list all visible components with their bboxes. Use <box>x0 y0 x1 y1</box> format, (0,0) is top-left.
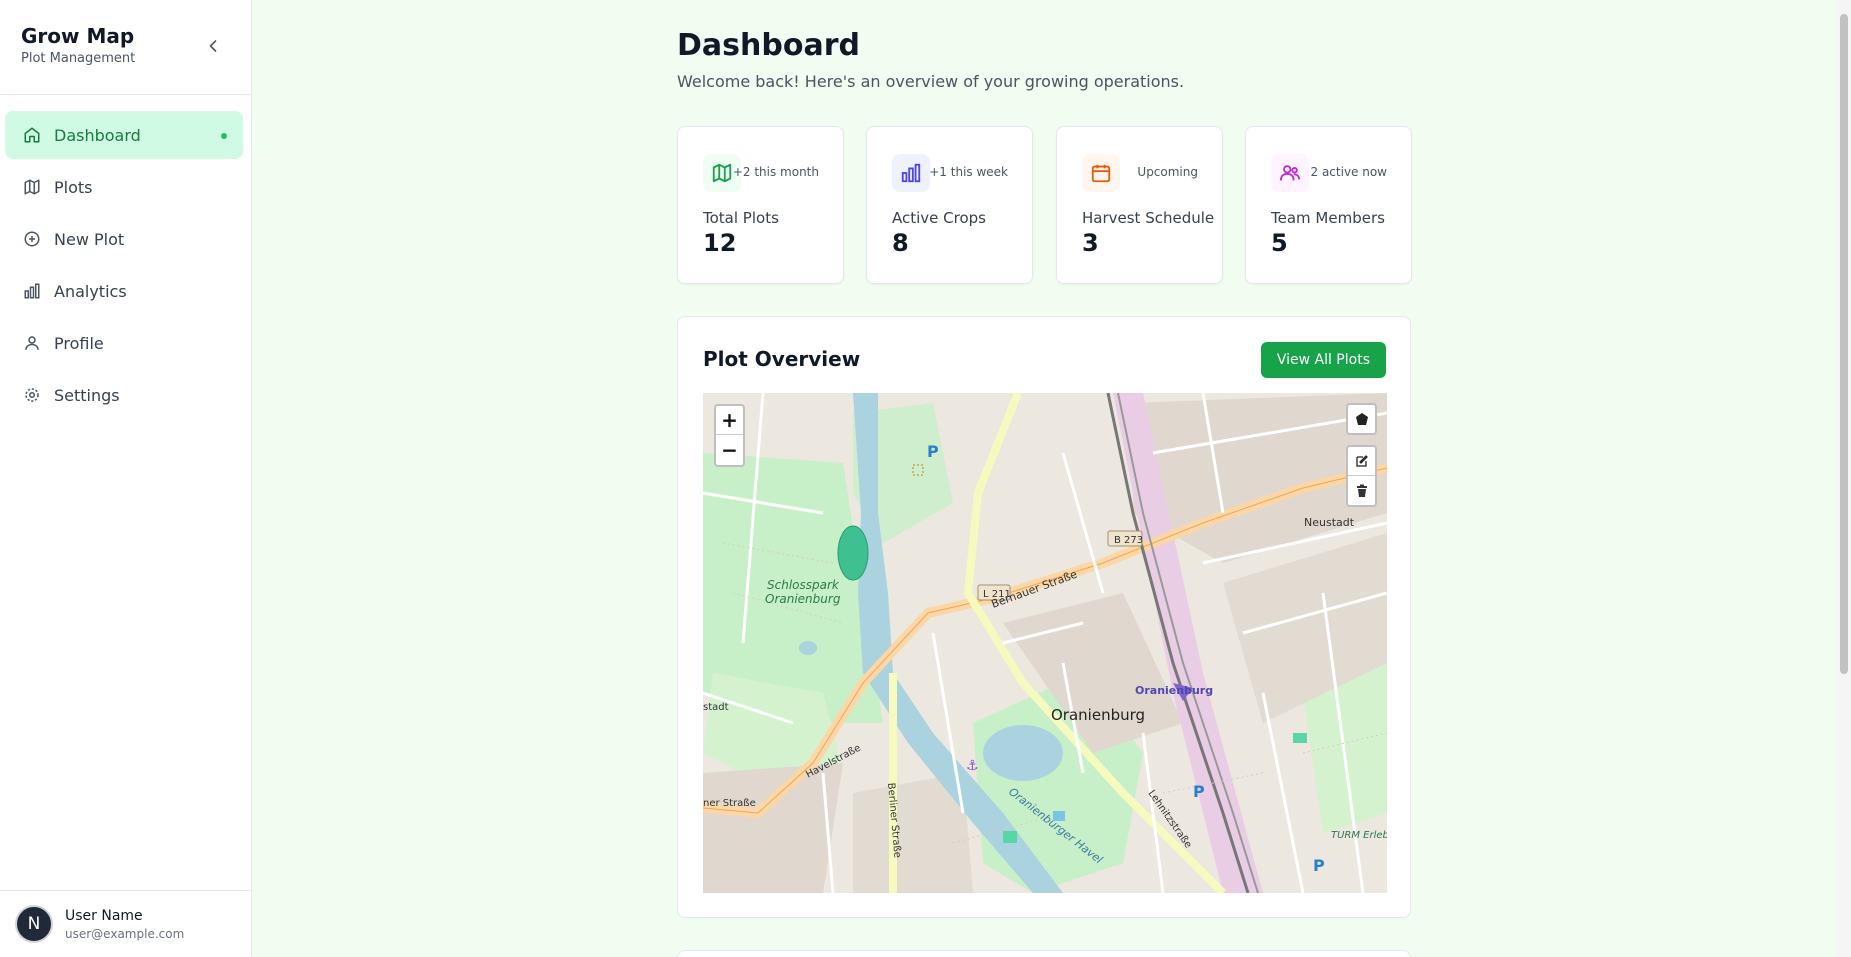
parking-marker: P <box>927 442 939 461</box>
plot-map[interactable]: P P P Schlosspark Oranienburg Oranienbur… <box>703 393 1387 893</box>
map-label-park: Oranienburg <box>765 592 841 606</box>
stat-card-harvest-schedule: Upcoming Harvest Schedule 3 <box>1056 126 1223 284</box>
bar-chart-icon <box>892 154 930 192</box>
zoom-out-button[interactable]: − <box>716 435 743 464</box>
stat-value: 12 <box>703 229 737 257</box>
calendar-icon <box>1082 154 1120 192</box>
sidebar-item-label: Settings <box>54 385 120 405</box>
chevron-left-icon[interactable] <box>203 36 223 56</box>
active-indicator <box>221 133 227 139</box>
stat-badge: +1 this week <box>929 165 1008 179</box>
parking-marker: P <box>1193 782 1205 801</box>
sidebar-item-settings[interactable]: Settings <box>5 371 243 419</box>
parking-marker: P <box>1313 856 1325 875</box>
stat-card-total-plots: +2 this month Total Plots 12 <box>677 126 844 284</box>
edit-layers-button[interactable] <box>1348 447 1375 476</box>
bar-chart-icon <box>22 281 42 301</box>
map-label-street: ner Straße <box>703 798 756 809</box>
road-shield-b273: B 273 <box>1114 535 1143 546</box>
map-icon <box>22 177 42 197</box>
stat-badge: 2 active now <box>1310 165 1388 179</box>
map-label-park: Schlosspark <box>767 578 840 592</box>
draw-polygon-button[interactable] <box>1346 403 1377 435</box>
zoom-in-button[interactable]: + <box>716 406 743 435</box>
stat-card-active-crops: +1 this week Active Crops 8 <box>866 126 1033 284</box>
page-scrollbar[interactable] <box>1836 0 1851 957</box>
stat-label: Active Crops <box>892 209 986 227</box>
sidebar-item-label: Profile <box>54 333 104 353</box>
stat-label: Total Plots <box>703 209 779 227</box>
sidebar-item-plots[interactable]: Plots <box>5 163 243 211</box>
user-menu[interactable]: N User Name user@example.com <box>0 890 252 957</box>
users-icon <box>1271 154 1309 192</box>
brand-title: Grow Map <box>21 24 135 48</box>
sidebar-item-new-plot[interactable]: New Plot <box>5 215 243 263</box>
map-tiles: P P P Schlosspark Oranienburg Oranienbur… <box>703 393 1387 893</box>
delete-layers-button[interactable] <box>1348 476 1375 505</box>
map-label-town: Oranienburg <box>1051 706 1145 724</box>
stat-value: 5 <box>1271 229 1288 257</box>
stats-row: +2 this month Total Plots 12 +1 this wee… <box>677 126 1412 284</box>
sidebar: Grow Map Plot Management Dashboard Plots… <box>0 0 252 957</box>
next-section-card <box>677 950 1411 957</box>
plus-circle-icon <box>22 229 42 249</box>
user-name: User Name <box>65 907 143 924</box>
map-label-neustadt: Neustadt <box>1304 516 1355 529</box>
map-label-turm: TURM Erlebn <box>1331 830 1387 841</box>
view-all-plots-button[interactable]: View All Plots <box>1260 342 1386 378</box>
brand: Grow Map Plot Management <box>0 0 251 95</box>
sidebar-nav: Dashboard Plots New Plot Analytics Profi… <box>0 95 251 419</box>
sidebar-item-profile[interactable]: Profile <box>5 319 243 367</box>
stat-label: Harvest Schedule <box>1082 209 1215 227</box>
stat-badge: +2 this month <box>732 165 819 179</box>
home-icon <box>22 125 42 145</box>
stat-value: 8 <box>892 229 909 257</box>
stat-label: Team Members <box>1271 209 1385 227</box>
sidebar-item-label: New Plot <box>54 229 125 249</box>
sidebar-item-label: Analytics <box>54 281 127 301</box>
scrollbar-thumb[interactable] <box>1840 14 1848 674</box>
edit-toolbar <box>1346 445 1377 507</box>
user-icon <box>22 333 42 353</box>
zoom-control: + − <box>714 404 745 467</box>
stat-badge: Upcoming <box>1137 165 1198 179</box>
avatar: N <box>15 905 53 943</box>
page-title: Dashboard <box>677 28 860 63</box>
polygon-icon <box>1355 412 1369 426</box>
section-title: Plot Overview <box>703 347 861 371</box>
user-email: user@example.com <box>65 926 185 941</box>
stat-card-team-members: 2 active now Team Members 5 <box>1245 126 1412 284</box>
plot-overview-card: Plot Overview View All Plots P P P Schlo… <box>677 316 1411 918</box>
brand-subtitle: Plot Management <box>21 51 136 66</box>
anchor-icon: ⚓ <box>966 758 979 774</box>
trash-icon <box>1355 484 1369 498</box>
page-subtitle: Welcome back! Here's an overview of your… <box>677 72 1185 91</box>
sidebar-item-analytics[interactable]: Analytics <box>5 267 243 315</box>
map-label-stadt: stadt <box>703 702 729 713</box>
stat-value: 3 <box>1082 229 1099 257</box>
sidebar-item-label: Dashboard <box>54 125 141 145</box>
edit-icon <box>1355 454 1369 468</box>
sidebar-item-label: Plots <box>54 177 93 197</box>
sidebar-item-dashboard[interactable]: Dashboard <box>5 111 243 159</box>
user-info: User Name user@example.com <box>65 908 184 941</box>
gear-icon <box>22 385 42 405</box>
map-label-station: Oranienburg <box>1135 684 1213 697</box>
